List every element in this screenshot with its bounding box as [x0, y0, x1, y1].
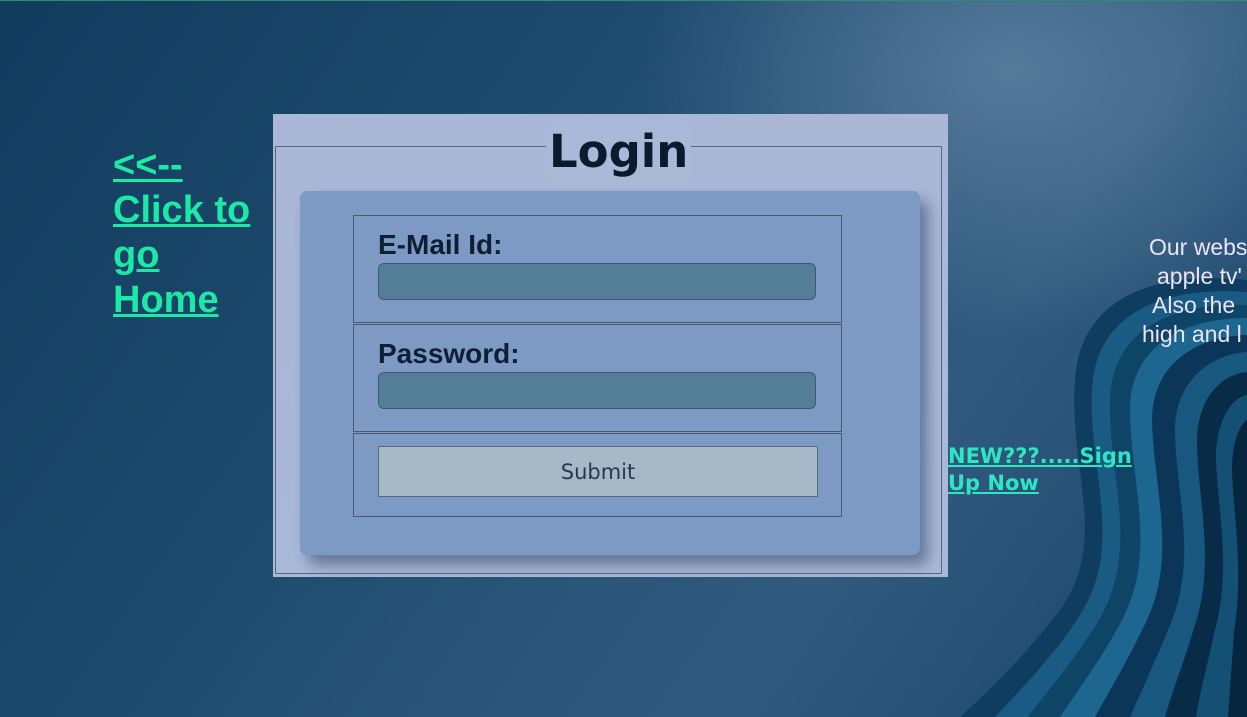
email-label: E-Mail Id: [378, 229, 503, 260]
password-field-group: Password: [353, 324, 842, 432]
signup-link-line-2[interactable]: Up Now [948, 470, 1138, 497]
home-link-line-4[interactable]: Home [113, 278, 273, 323]
home-link-line-2[interactable]: Click to [113, 188, 273, 233]
signup-link-line-1[interactable]: NEW???.....Sign [948, 443, 1138, 470]
submit-group: Submit [353, 433, 842, 517]
email-input[interactable] [378, 263, 816, 300]
submit-button[interactable]: Submit [378, 446, 818, 497]
home-link-line-1[interactable]: <<-- [113, 143, 273, 188]
site-description: Our webs apple tv' Also the high and l [1138, 233, 1247, 349]
description-line-4: high and l [1142, 321, 1242, 347]
description-line-1: Our webs [1149, 234, 1247, 260]
signup-link[interactable]: NEW???.....Sign Up Now [948, 443, 1138, 497]
login-panel: Login E-Mail Id: Password: Submit [273, 114, 948, 577]
top-border-line [0, 0, 1247, 1]
description-line-2: apple tv' [1157, 263, 1242, 289]
password-input[interactable] [378, 372, 816, 409]
home-link-line-3[interactable]: go [113, 233, 273, 278]
email-field-group: E-Mail Id: [353, 215, 842, 323]
home-link[interactable]: <<-- Click to go Home [113, 143, 273, 323]
description-line-3: Also the [1152, 292, 1236, 318]
password-label: Password: [378, 338, 520, 369]
login-form-card: E-Mail Id: Password: Submit [300, 191, 920, 555]
login-title: Login [546, 123, 692, 181]
